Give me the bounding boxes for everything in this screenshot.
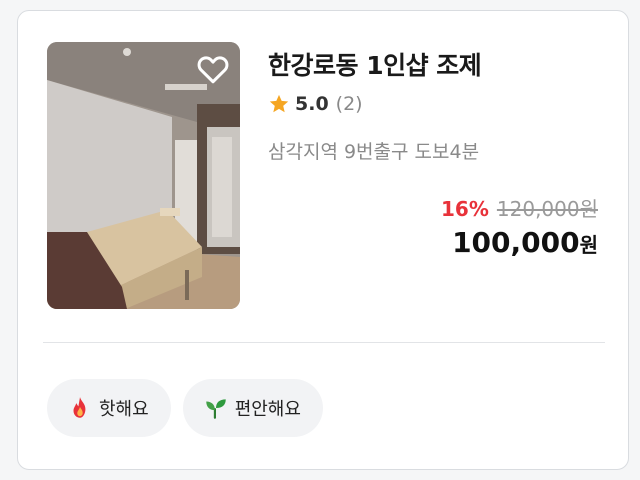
listing-photo[interactable] [47, 42, 240, 309]
discount-rate: 16% [441, 197, 489, 221]
fire-icon [73, 397, 86, 418]
rating-row: 5.0 (2) [268, 93, 363, 115]
tag-comfortable[interactable]: 편안해요 [182, 379, 323, 437]
heart-icon [197, 56, 229, 84]
tag-label: 편안해요 [234, 399, 301, 420]
tag-label: 핫해요 [99, 399, 149, 420]
star-icon [269, 94, 289, 113]
divider [43, 342, 605, 343]
favorite-button[interactable] [194, 50, 232, 88]
final-price: 100,000 [452, 226, 580, 259]
listing-title[interactable]: 한강로동 1인샵 조제 [268, 46, 482, 82]
location-text: 삼각지역 9번출구 도보4분 [268, 141, 480, 163]
tag-list: 핫해요 편안해요 [47, 379, 323, 437]
price-box: 16% 120,000원 100,000원 [441, 193, 598, 259]
review-count: (2) [335, 93, 363, 115]
listing-card[interactable]: 한강로동 1인샵 조제 5.0 (2) 삼각지역 9번출구 도보4분 16% 12… [17, 10, 629, 470]
tag-hot[interactable]: 핫해요 [47, 379, 171, 437]
rating-value: 5.0 [295, 93, 329, 115]
original-price: 120,000원 [496, 197, 598, 221]
leaf-icon [205, 399, 226, 419]
currency-unit: 원 [579, 233, 598, 257]
